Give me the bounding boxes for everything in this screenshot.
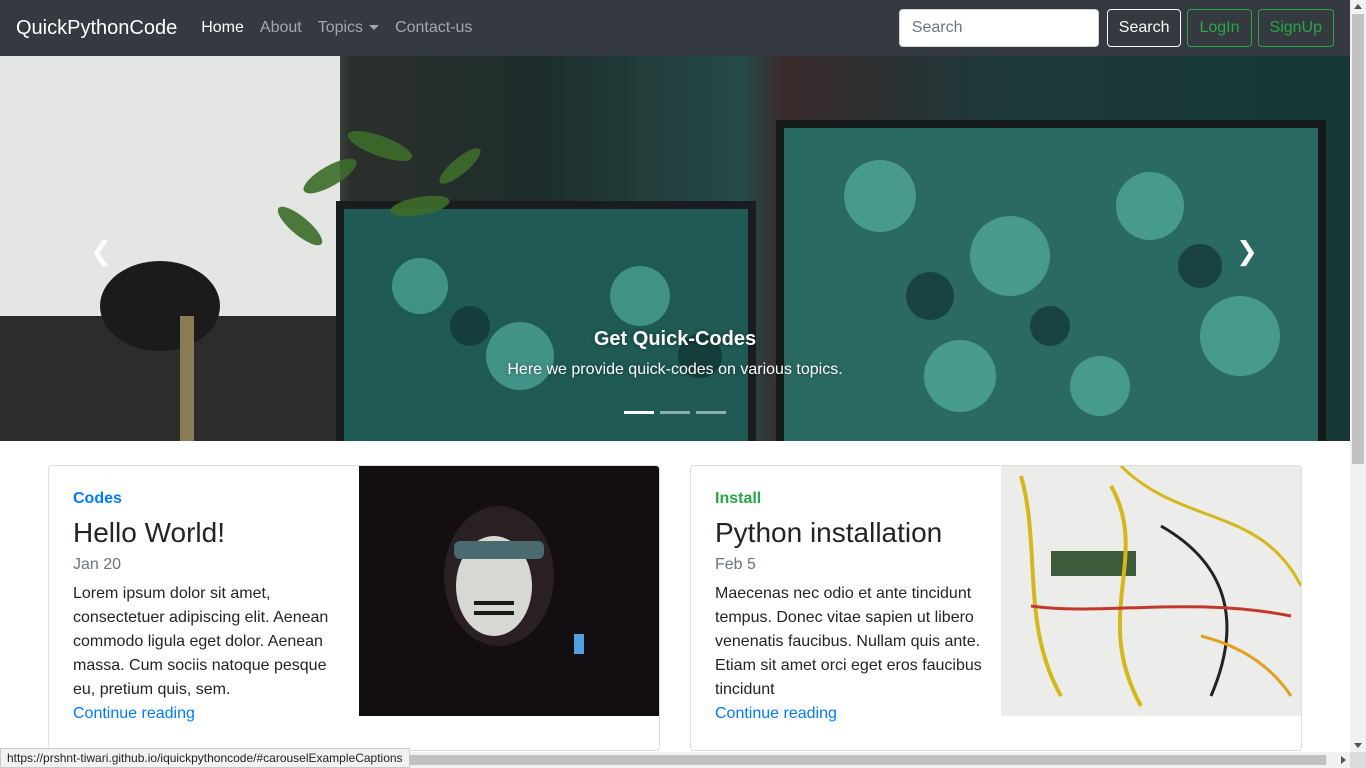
post-card-body: Install Python installation Feb 5 Maecen… xyxy=(715,490,983,726)
nav-topics-dropdown[interactable]: Topics xyxy=(317,19,380,37)
continue-reading-link[interactable]: Continue reading xyxy=(73,702,341,726)
post-excerpt: Maecenas nec odio et ante tincidunt temp… xyxy=(715,585,982,698)
nav-home[interactable]: Home xyxy=(201,19,244,37)
vertical-scrollbar-thumb[interactable] xyxy=(1352,14,1364,464)
carousel-caption-title: Get Quick-Codes xyxy=(593,328,757,350)
chevron-left-icon: ❮ xyxy=(90,236,112,266)
scroll-up-icon[interactable] xyxy=(1354,4,1362,9)
search-input[interactable] xyxy=(898,9,1099,47)
post-excerpt: Lorem ipsum dolor sit amet, consectetuer… xyxy=(73,585,329,698)
carousel-prev-button[interactable]: ❮ xyxy=(86,236,116,266)
post-date: Jan 20 xyxy=(73,556,122,573)
post-card-body: Codes Hello World! Jan 20 Lorem ipsum do… xyxy=(73,490,341,726)
carousel-next-button[interactable]: ❯ xyxy=(1232,236,1262,266)
hero-image xyxy=(0,56,1326,441)
vertical-scrollbar[interactable] xyxy=(1350,0,1366,752)
post-category: Install xyxy=(715,490,762,507)
nav-search-form: Search LogIn SignUp xyxy=(898,9,1334,47)
brand-logo[interactable]: QuickPythonCode xyxy=(16,17,177,40)
nav-about[interactable]: About xyxy=(260,19,302,37)
status-bar-url: https://prshnt-tiwari.github.io/iquickpy… xyxy=(0,748,410,768)
nav-topics-label: Topics xyxy=(317,19,364,36)
continue-reading-link[interactable]: Continue reading xyxy=(715,702,983,726)
carousel-caption: Get Quick-Codes Here we provide quick-co… xyxy=(0,328,1350,379)
post-title: Python installation xyxy=(715,517,943,548)
post-date: Feb 5 xyxy=(715,556,756,573)
carousel-indicator-1[interactable] xyxy=(624,411,654,414)
search-button[interactable]: Search xyxy=(1106,9,1182,47)
nav-contact[interactable]: Contact-us xyxy=(395,19,472,37)
post-category: Codes xyxy=(73,490,122,507)
hero-carousel: ❮ ❯ Get Quick-Codes Here we provide quic… xyxy=(0,56,1350,441)
chevron-right-icon: ❯ xyxy=(1236,236,1258,266)
carousel-indicators xyxy=(0,411,1350,414)
scroll-down-icon[interactable] xyxy=(1354,743,1362,748)
navbar: QuickPythonCode Home About Topics Contac… xyxy=(0,0,1350,56)
caret-down-icon xyxy=(369,25,380,31)
carousel-indicator-3[interactable] xyxy=(696,411,726,414)
signup-button[interactable]: SignUp xyxy=(1257,9,1334,47)
post-card: Install Python installation Feb 5 Maecen… xyxy=(690,465,1302,751)
scroll-right-icon[interactable] xyxy=(1341,756,1346,764)
carousel-indicator-2[interactable] xyxy=(660,411,690,414)
post-card: Codes Hello World! Jan 20 Lorem ipsum do… xyxy=(48,465,660,751)
carousel-caption-text: Here we provide quick-codes on various t… xyxy=(507,361,843,378)
scrollbar-corner xyxy=(1350,752,1366,768)
post-title: Hello World! xyxy=(73,517,225,548)
login-button[interactable]: LogIn xyxy=(1187,9,1252,47)
post-thumbnail xyxy=(359,466,659,716)
post-thumbnail xyxy=(1001,466,1301,716)
